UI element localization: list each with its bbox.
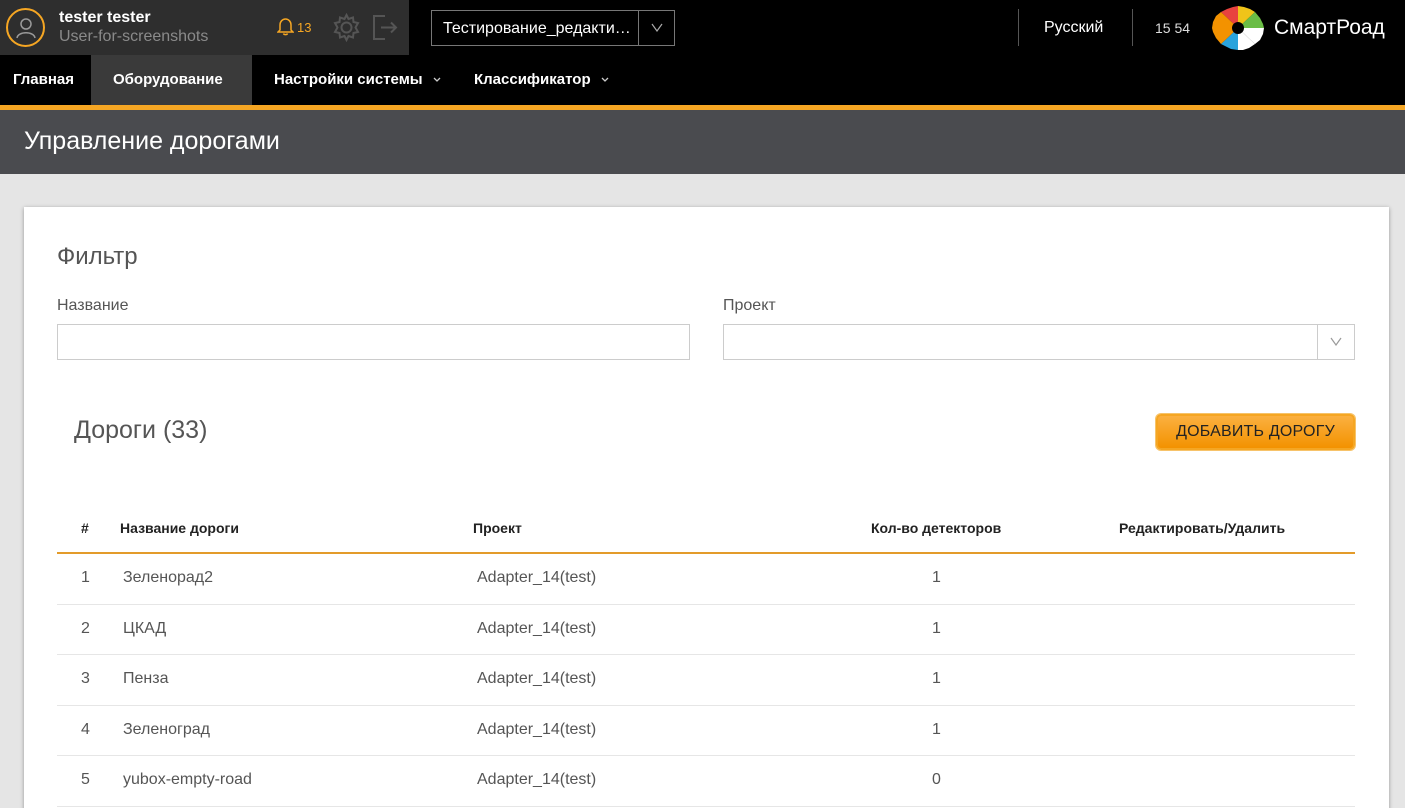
detector-count: 1 — [932, 720, 941, 738]
column-header-name[interactable]: Название дороги — [120, 520, 239, 536]
name-filter-label: Название — [57, 297, 129, 314]
table-row[interactable]: 1 Зеленорад2 Adapter_14(test) 1 — [57, 554, 1355, 605]
divider — [1018, 9, 1019, 46]
road-project: Adapter_14(test) — [477, 771, 597, 788]
user-subtitle: User-for-screenshots — [59, 28, 209, 45]
table-row[interactable]: 4 Зеленоград Adapter_14(test) 1 — [57, 706, 1355, 756]
column-header-detectors[interactable]: Кол-во детекторов — [871, 520, 1001, 536]
divider — [1132, 9, 1133, 46]
project-select-value: Тестирование_редактирования — [443, 20, 639, 37]
user-name: tester tester — [59, 9, 151, 26]
page-title-bar: Управление дорогами — [0, 110, 1405, 174]
language-switch[interactable]: Русский — [1044, 19, 1103, 37]
chevron-down-icon — [433, 77, 441, 82]
table-row[interactable]: 2 ЦКАД Adapter_14(test) 1 — [57, 605, 1355, 655]
chevron-down-icon — [1330, 337, 1342, 346]
top-bar: tester tester User-for-screenshots 13 Те… — [0, 0, 1405, 55]
menu-item-label: Классификатор — [474, 71, 591, 88]
menu-item-equipment[interactable]: Оборудование — [91, 55, 252, 132]
road-project: Adapter_14(test) — [477, 670, 597, 687]
detector-count: 0 — [932, 771, 941, 788]
notifications-count[interactable]: 13 — [297, 20, 311, 35]
road-project: Adapter_14(test) — [477, 720, 597, 738]
project-filter-select[interactable] — [723, 324, 1355, 360]
column-header-number[interactable]: # — [81, 520, 89, 536]
filter-title: Фильтр — [57, 243, 138, 270]
avatar[interactable] — [6, 8, 45, 47]
project-filter-toggle[interactable] — [1317, 325, 1354, 359]
gear-icon[interactable] — [332, 13, 361, 42]
menu-item-system-settings[interactable]: Настройки системы — [261, 55, 454, 105]
row-number: 4 — [81, 720, 90, 738]
road-name: Зеленорад2 — [123, 569, 214, 586]
clock: 15 54 — [1155, 20, 1191, 36]
bell-icon[interactable] — [277, 17, 294, 36]
menu-item-label: Настройки системы — [274, 71, 423, 88]
detector-count: 1 — [932, 619, 941, 637]
page-title: Управление дорогами — [24, 127, 280, 155]
roads-card: Фильтр Название Проект Дороги (33) ДОБАВ… — [24, 207, 1389, 808]
road-name: yubox-empty-road — [123, 771, 252, 788]
name-filter-input[interactable] — [57, 324, 690, 360]
roads-table: # Название дороги Проект Кол-во детектор… — [57, 507, 1355, 807]
row-number: 2 — [81, 619, 90, 637]
row-number: 3 — [81, 670, 90, 687]
detector-count: 1 — [932, 670, 941, 687]
column-header-project[interactable]: Проект — [473, 520, 522, 536]
road-name: ЦКАД — [123, 619, 167, 637]
row-number: 1 — [81, 569, 90, 586]
project-select[interactable]: Тестирование_редактирования — [431, 10, 675, 46]
project-filter-label: Проект — [723, 297, 776, 314]
menu-item-label: Оборудование — [113, 71, 223, 88]
menu-item-main[interactable]: Главная — [0, 55, 87, 105]
menu-item-label: Главная — [13, 71, 75, 88]
table-row[interactable]: 3 Пенза Adapter_14(test) 1 — [57, 655, 1355, 706]
table-header: # Название дороги Проект Кол-во детектор… — [57, 507, 1355, 554]
row-number: 5 — [81, 771, 90, 788]
add-road-button[interactable]: ДОБАВИТЬ ДОРОГУ — [1156, 414, 1355, 450]
user-block: tester tester User-for-screenshots 13 — [0, 0, 409, 55]
roads-title: Дороги (33) — [74, 416, 208, 444]
table-row[interactable]: 5 yubox-empty-road Adapter_14(test) 0 — [57, 756, 1355, 807]
logout-icon[interactable] — [371, 13, 399, 42]
project-select-toggle[interactable] — [638, 11, 674, 45]
brand-name: СмартРоад — [1274, 16, 1385, 39]
detector-count: 1 — [932, 569, 941, 586]
road-project: Adapter_14(test) — [477, 569, 597, 586]
user-icon — [16, 18, 36, 39]
brand-logo-icon — [1212, 6, 1264, 50]
chevron-down-icon — [601, 77, 609, 82]
chevron-down-icon — [651, 23, 663, 32]
column-header-actions: Редактировать/Удалить — [1119, 520, 1286, 536]
menu-item-classifier[interactable]: Классификатор — [461, 55, 622, 105]
road-project: Adapter_14(test) — [477, 619, 597, 637]
road-name: Пенза — [123, 670, 169, 687]
road-name: Зеленоград — [123, 720, 210, 738]
main-menu: Главная Оборудование Настройки системы К… — [0, 55, 1405, 132]
